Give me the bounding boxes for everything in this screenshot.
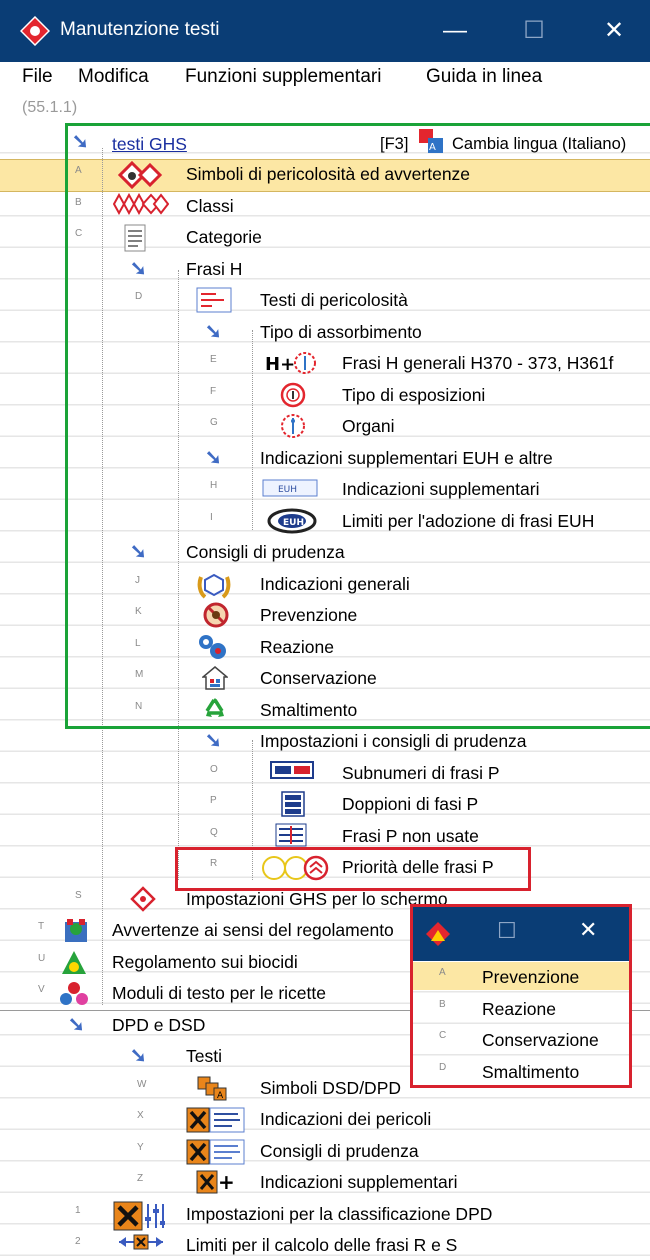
row-shortcut-letter: S xyxy=(75,889,82,901)
tree-row-label[interactable]: Frasi P non usate xyxy=(342,821,479,851)
priority-highlight-frame xyxy=(175,847,531,891)
menu-funzioni-supplementari[interactable]: Funzioni supplementari xyxy=(185,66,381,88)
title-bar: Manutenzione testi — ☐ ✕ xyxy=(0,0,650,62)
popup-item-smaltimento[interactable]: Smaltimento xyxy=(482,1057,579,1087)
row-shortcut-letter: 2 xyxy=(75,1236,81,1247)
popup-window: ☐ ✕ A Prevenzione B Reazione C Conservazione D… xyxy=(410,904,632,1088)
ghs-highlight-frame xyxy=(65,123,650,729)
expand-arrow-icon[interactable]: ➘ xyxy=(205,728,222,753)
row-shortcut-letter: Z xyxy=(137,1173,144,1184)
svg-text:A: A xyxy=(217,1091,224,1101)
tree-row-label[interactable]: Avvertenze ai sensi del regolamento xyxy=(112,915,394,945)
tree-row-label[interactable]: Moduli di testo per le ricette xyxy=(112,978,326,1008)
version-label: (55.1.1) xyxy=(22,99,78,116)
popup-row-letter: B xyxy=(439,998,446,1010)
tree-row-label[interactable]: Impostazioni i consigli di prudenza xyxy=(260,726,527,756)
expand-arrow-icon[interactable]: ➘ xyxy=(130,1043,147,1068)
popup-row-letter: C xyxy=(439,1030,447,1041)
popup-app-icon xyxy=(426,922,450,946)
app-diamond-icon xyxy=(20,16,50,46)
row-shortcut-letter: U xyxy=(38,952,46,964)
tree-row-label[interactable]: Indicazioni supplementari xyxy=(260,1167,457,1197)
minimize-button[interactable]: — xyxy=(435,12,475,50)
menu-file[interactable]: File xyxy=(22,66,53,88)
row-shortcut-letter: T xyxy=(38,921,45,932)
row-shortcut-letter: P xyxy=(210,795,217,806)
row-shortcut-letter: Q xyxy=(210,826,218,838)
tree-row-label[interactable]: Testi xyxy=(186,1041,222,1071)
menu-modifica[interactable]: Modifica xyxy=(78,66,149,88)
dummy-globe-icon xyxy=(62,917,90,950)
x-plus-icon: + xyxy=(196,1169,236,1200)
tree-row-label[interactable]: Impostazioni per la classificazione DPD xyxy=(186,1199,492,1229)
svg-text:+: + xyxy=(218,1170,235,1194)
limit-icon xyxy=(118,1232,164,1257)
tree-row-label[interactable]: Consigli di prudenza xyxy=(260,1136,419,1166)
row-shortcut-letter: V xyxy=(38,984,45,995)
tree-row-label[interactable]: Simboli DSD/DPD xyxy=(260,1073,401,1103)
tree-row-label[interactable]: Doppioni di fasi P xyxy=(342,789,478,819)
tree-row-label[interactable]: DPD e DSD xyxy=(112,1010,205,1040)
popup-row-letter: D xyxy=(439,1061,447,1073)
row-shortcut-letter: Y xyxy=(137,1141,144,1153)
biocide-icon xyxy=(60,949,88,982)
tree-row-label[interactable]: Regolamento sui biocidi xyxy=(112,947,298,977)
maximize-button[interactable]: ☐ xyxy=(514,12,554,50)
row-shortcut-letter: X xyxy=(137,1110,144,1121)
row-shortcut-letter: W xyxy=(137,1078,147,1090)
menu-guida-in-linea[interactable]: Guida in linea xyxy=(426,66,542,88)
popup-title-bar: ☐ ✕ xyxy=(413,907,629,961)
tree-row-label[interactable]: Indicazioni dei pericoli xyxy=(260,1104,431,1134)
dsd-icon: A xyxy=(196,1075,228,1106)
popup-item-conservazione[interactable]: Conservazione xyxy=(482,1025,599,1055)
expand-arrow-icon[interactable]: ➘ xyxy=(68,1012,85,1037)
x-doc2-icon xyxy=(186,1138,246,1171)
table2-icon xyxy=(280,791,306,822)
popup-item-reazione[interactable]: Reazione xyxy=(482,994,556,1024)
molecules-icon xyxy=(58,980,90,1013)
x-doc-icon xyxy=(186,1106,246,1139)
x-slider-icon xyxy=(113,1201,165,1236)
tree-row-label[interactable]: Subnumeri di frasi P xyxy=(342,758,500,788)
menu-bar: File Modifica Funzioni supplementari Gui… xyxy=(0,62,650,92)
diamond-small-icon xyxy=(130,885,156,917)
popup-close-button[interactable]: ✕ xyxy=(579,917,597,943)
close-button[interactable]: ✕ xyxy=(594,12,634,50)
table-icon xyxy=(270,760,314,785)
popup-row-letter: A xyxy=(439,967,446,978)
popup-item-prevenzione[interactable]: Prevenzione xyxy=(482,962,579,992)
window-title: Manutenzione testi xyxy=(60,19,220,40)
row-shortcut-letter: 1 xyxy=(75,1204,81,1216)
popup-maximize-button[interactable]: ☐ xyxy=(497,918,517,944)
row-shortcut-letter: O xyxy=(210,763,218,775)
